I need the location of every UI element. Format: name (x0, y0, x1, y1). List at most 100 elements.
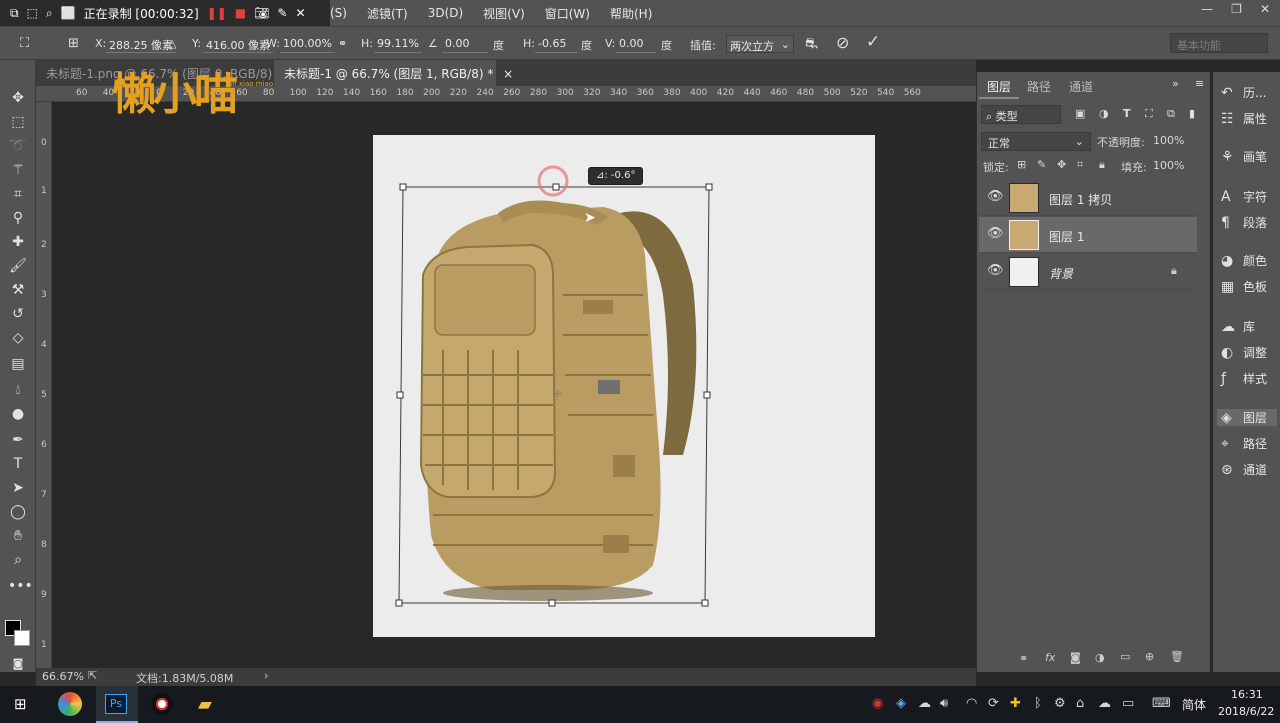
hand-tool-icon[interactable]: ✋︎ (8, 526, 28, 546)
ellipse-tool-icon[interactable]: ◯ (8, 502, 28, 522)
region-icon[interactable]: ⬜ (61, 6, 76, 20)
pen-tool-icon[interactable]: ✒ (8, 430, 28, 450)
dock-item-character[interactable]: A 字符 (1221, 188, 1267, 205)
tray-chat-icon[interactable]: ☁ (918, 696, 931, 711)
move-tool-icon[interactable]: ✥ (8, 88, 28, 108)
tray-network-icon[interactable]: ⌂ (1076, 696, 1084, 711)
dock-item-color[interactable]: ◕ 颜色 (1221, 252, 1267, 269)
menu-item-3d[interactable]: 3D(D) (428, 6, 463, 20)
filter-adjust-icon[interactable]: ◑ (1099, 107, 1109, 120)
brush-tool-icon[interactable]: 🖌︎ (8, 256, 28, 276)
filter-type-icon[interactable]: T (1123, 107, 1131, 120)
healing-tool-icon[interactable]: ✚ (8, 232, 28, 252)
vskew-field[interactable]: 0.00 (616, 35, 656, 53)
dock-item-adjustments[interactable]: ◐ 调整 (1221, 344, 1267, 361)
tray-update-icon[interactable]: ⟳ (988, 696, 999, 711)
dock-item-brush[interactable]: ⚘ 画笔 (1221, 148, 1267, 165)
dock-item-styles[interactable]: ƒ 样式 (1221, 370, 1267, 387)
tab-layers[interactable]: 图层 (979, 76, 1020, 99)
opacity-value[interactable]: 100% (1153, 134, 1184, 147)
visibility-eye-icon[interactable]: 👁︎ (987, 189, 1004, 204)
path-selection-tool-icon[interactable]: ➤ (8, 478, 28, 498)
dock-item-channels[interactable]: ⊛ 通道 (1221, 461, 1267, 478)
layer-row[interactable]: 👁︎ 图层 1 (979, 217, 1197, 253)
transform-handle[interactable] (705, 183, 713, 191)
windows-icon[interactable]: ⧉ (10, 6, 19, 21)
stamp-tool-icon[interactable]: ⚒ (8, 280, 28, 300)
transform-handle[interactable] (399, 183, 407, 191)
workspace-switcher[interactable]: 基本功能 (1170, 33, 1268, 53)
lock-brush-icon[interactable]: ✎ (1037, 158, 1046, 171)
clock-time[interactable]: 16:31 (1231, 688, 1263, 701)
transform-handle[interactable] (396, 391, 404, 399)
background-color-swatch[interactable] (14, 630, 30, 646)
dodge-tool-icon[interactable]: ● (8, 404, 28, 424)
gradient-tool-icon[interactable]: ▤ (8, 354, 28, 374)
restore-icon[interactable]: ❐ (1231, 2, 1242, 16)
transform-handle[interactable] (701, 599, 709, 607)
add-mask-icon[interactable]: ◙ (1070, 651, 1081, 664)
tab-channels[interactable]: 通道 (1061, 76, 1101, 97)
reference-point-icon[interactable]: ⊞ (68, 36, 79, 51)
history-brush-tool-icon[interactable]: ↺ (8, 304, 28, 324)
dock-item-paths[interactable]: ⌖ 路径 (1221, 435, 1267, 452)
zoom-tool-icon[interactable]: ⌕ (8, 550, 28, 570)
x-field[interactable]: 288.25 像素 (106, 35, 176, 53)
hskew-field[interactable]: -0.65 (535, 35, 577, 53)
collapse-icon[interactable]: » (1172, 77, 1179, 90)
lock-artboard-icon[interactable]: ⌗ (1077, 158, 1083, 172)
tray-app-icon[interactable]: ◈ (896, 696, 906, 711)
dock-item-layers[interactable]: ◈ 图层 (1217, 409, 1277, 426)
fx-icon[interactable]: fx (1045, 651, 1055, 664)
tab-close-icon[interactable]: × (503, 67, 513, 81)
lock-move-icon[interactable]: ✥ (1057, 158, 1066, 171)
pen-icon[interactable]: ✎ (277, 6, 287, 20)
panel-menu-icon[interactable]: ≡ (1195, 77, 1204, 90)
quick-mask-icon[interactable]: ◙ (8, 654, 28, 674)
tray-cloud-icon[interactable]: ☁ (1098, 696, 1111, 711)
eraser-tool-icon[interactable]: ◇ (8, 328, 28, 348)
dock-item-paragraph[interactable]: ¶ 段落 (1221, 214, 1267, 231)
canvas-artwork[interactable]: ✢ (373, 135, 875, 637)
delta-icon[interactable]: △ (168, 37, 176, 50)
blur-tool-icon[interactable]: 💧︎ (8, 380, 28, 400)
cancel-transform-icon[interactable]: ⊘ (836, 33, 849, 52)
menu-item-window[interactable]: 窗口(W) (545, 5, 590, 22)
share-icon[interactable]: ⇱ (88, 669, 97, 682)
recorder-icon[interactable] (151, 693, 173, 715)
tab-paths[interactable]: 路径 (1019, 76, 1059, 97)
link-icon[interactable]: ⚭ (338, 37, 347, 50)
ime-indicator[interactable]: 简体 (1182, 696, 1206, 713)
dock-item-properties[interactable]: ☷ 属性 (1221, 110, 1267, 127)
clock-date[interactable]: 2018/6/22 (1218, 705, 1274, 718)
wifi-icon[interactable]: ◠ (966, 696, 977, 711)
bluetooth-icon[interactable]: ᛒ (1034, 696, 1042, 711)
filter-pixel-icon[interactable]: ▣ (1075, 107, 1085, 120)
delete-layer-icon[interactable]: 🗑︎ (1170, 650, 1184, 663)
crop-tool-icon[interactable]: ⌗ (8, 184, 28, 204)
status-menu-icon[interactable]: › (264, 669, 268, 682)
file-explorer-icon[interactable]: ▰ (198, 694, 212, 715)
lock-all-icon[interactable]: 🔒︎ (1099, 158, 1105, 172)
stop-icon[interactable]: ■ (235, 6, 246, 20)
marquee-tool-icon[interactable]: ⬚ (8, 112, 28, 132)
commit-transform-icon[interactable]: ✓ (866, 32, 880, 52)
menu-item-view[interactable]: 视图(V) (483, 5, 525, 22)
camera-icon[interactable]: 📷︎ (254, 6, 269, 20)
tray-settings-icon[interactable]: ⚙ (1054, 696, 1066, 711)
search-icon[interactable]: ⌕ (46, 6, 53, 21)
filter-shape-icon[interactable]: ⛶ (1145, 107, 1153, 121)
fullscreen-icon[interactable]: ⬚ (27, 6, 38, 20)
lasso-tool-icon[interactable]: ➰ (8, 136, 28, 156)
eyedropper-tool-icon[interactable]: ⚲ (8, 208, 28, 228)
layer-filter-select[interactable]: ⌕ 类型 (981, 105, 1061, 124)
filter-toggle-icon[interactable]: ▮ (1189, 107, 1195, 120)
tray-record-icon[interactable]: ◉ (872, 696, 883, 711)
transform-handle[interactable] (703, 391, 711, 399)
blend-mode-select[interactable]: 正常 ⌄ (981, 132, 1091, 151)
layer-row[interactable]: 👁︎ 图层 1 拷贝 (979, 180, 1197, 216)
type-tool-icon[interactable]: T (8, 454, 28, 474)
volume-icon[interactable]: 🔊︎ (940, 696, 948, 711)
transform-handle[interactable] (552, 183, 560, 191)
magic-wand-tool-icon[interactable]: ⚚ (8, 160, 28, 180)
